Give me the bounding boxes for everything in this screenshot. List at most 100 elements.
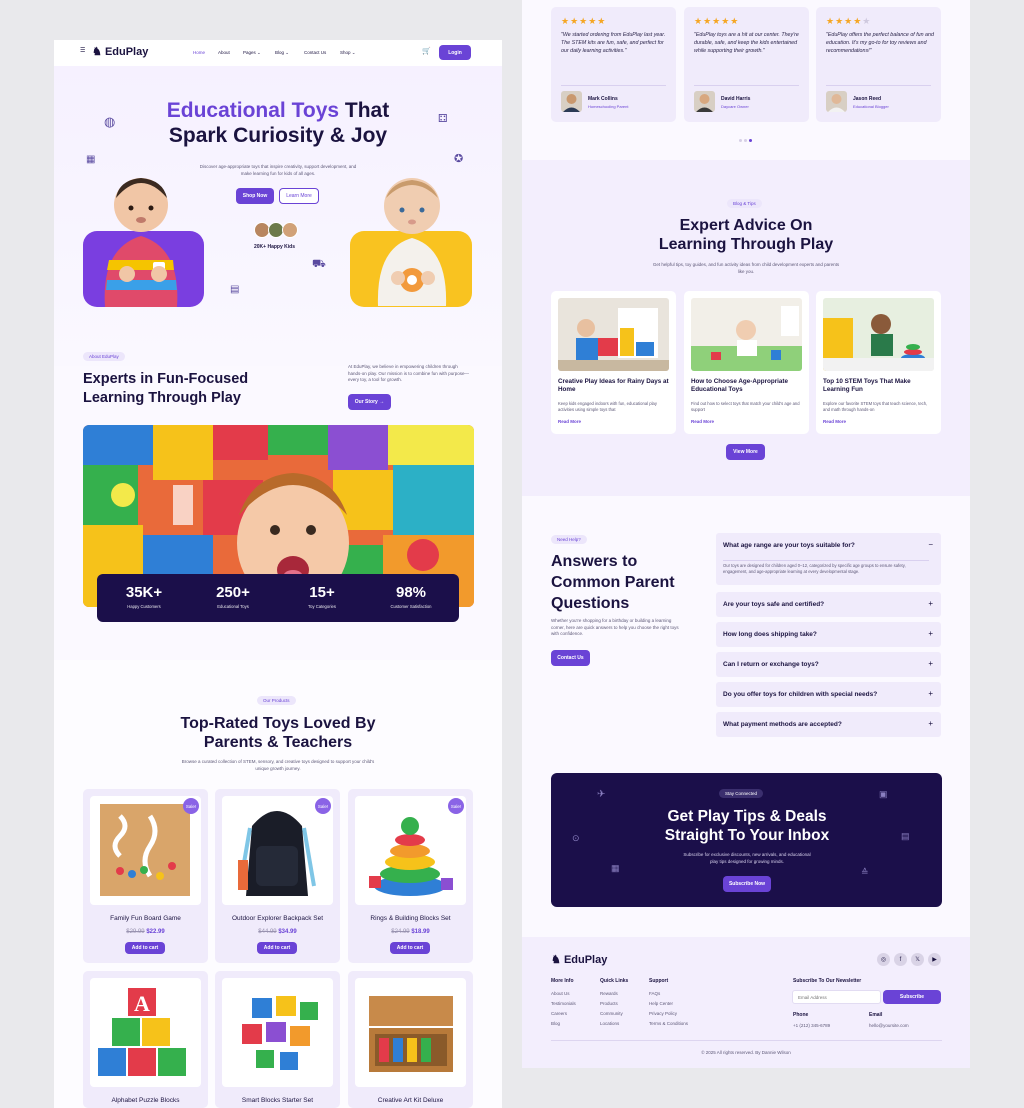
instagram-icon[interactable]: ◎ xyxy=(877,953,890,966)
logo[interactable]: ♞ EduPlay xyxy=(92,45,148,58)
nav-pages[interactable]: Pages ⌄ xyxy=(243,50,261,56)
faq-question[interactable]: What age range are your toys suitable fo… xyxy=(723,542,855,549)
blog-post-title[interactable]: Top 10 STEM Toys That Make Learning Fun xyxy=(823,378,935,394)
contact-us-button[interactable]: Contact Us xyxy=(551,650,590,666)
product-card[interactable]: A Alphabet Puzzle Blocks xyxy=(83,971,208,1108)
youtube-icon[interactable]: ▶ xyxy=(928,953,941,966)
email-input[interactable] xyxy=(792,990,881,1004)
faq-question[interactable]: How long does shipping take? xyxy=(723,631,817,638)
cart-icon[interactable]: 🛒 xyxy=(422,47,431,55)
phone-number[interactable]: +1 (212) 345-6789 xyxy=(793,1023,830,1028)
product-image[interactable] xyxy=(222,978,333,1087)
faq-question[interactable]: Can I return or exchange toys? xyxy=(723,661,819,668)
product-card[interactable]: Smart Blocks Starter Set xyxy=(215,971,340,1108)
footer-link[interactable]: FAQs xyxy=(649,991,660,996)
our-story-button[interactable]: Our Story → xyxy=(348,394,391,410)
sale-badge: Sale! xyxy=(448,798,464,814)
footer-link[interactable]: Privacy Policy xyxy=(649,1011,677,1016)
nav-blog[interactable]: Blog ⌄ xyxy=(275,50,289,56)
learn-more-button[interactable]: Learn More xyxy=(279,188,319,204)
product-name[interactable]: Creative Art Kit Deluxe xyxy=(348,1097,473,1104)
product-card[interactable]: Sale! Family Fun Board Game $29.99 $22.9… xyxy=(83,789,208,963)
blog-card[interactable]: Top 10 STEM Toys That Make Learning Fun … xyxy=(816,291,941,434)
faq-item[interactable]: What payment methods are accepted? + xyxy=(716,712,941,737)
blog-post-title[interactable]: Creative Play Ideas for Rainy Days at Ho… xyxy=(558,378,670,394)
plus-icon[interactable]: + xyxy=(928,719,933,728)
faq-item[interactable]: Do you offer toys for children with spec… xyxy=(716,682,941,707)
faq-question[interactable]: Are your toys safe and certified? xyxy=(723,601,824,608)
carousel-dots[interactable] xyxy=(739,129,752,147)
shop-now-button[interactable]: Shop Now xyxy=(236,188,274,204)
stat-happy-customers: 35K+ Happy Customers xyxy=(125,584,163,609)
faq-question[interactable]: What payment methods are accepted? xyxy=(723,721,842,728)
testimonial-card: ★★★★★ "We started ordering from EduPlay … xyxy=(551,7,676,122)
login-button[interactable]: Login xyxy=(439,45,471,60)
product-image[interactable] xyxy=(222,796,333,905)
faq-item-open[interactable]: What age range are your toys suitable fo… xyxy=(716,533,941,585)
nav-home[interactable]: Home xyxy=(193,50,205,55)
footer-link[interactable]: Careers xyxy=(551,1011,567,1016)
view-more-button[interactable]: View More xyxy=(726,444,765,460)
subscribe-now-button[interactable]: Subscribe Now xyxy=(723,876,771,892)
subscribe-button[interactable]: Subscribe xyxy=(883,990,941,1004)
product-image[interactable] xyxy=(355,978,466,1087)
add-to-cart-button[interactable]: Add to cart xyxy=(390,942,430,954)
read-more-link[interactable]: Read More xyxy=(558,419,581,424)
blog-post-excerpt: Find out how to select toys that match y… xyxy=(691,401,800,413)
read-more-link[interactable]: Read More xyxy=(691,419,714,424)
plus-icon[interactable]: + xyxy=(928,599,933,608)
footer-link[interactable]: Products xyxy=(600,1001,618,1006)
product-card[interactable]: Sale! Rings & Building Blocks Set $24.99… xyxy=(348,789,473,963)
nav-about[interactable]: About xyxy=(218,50,230,55)
product-name[interactable]: Outdoor Explorer Backpack Set xyxy=(215,915,340,922)
blog-card[interactable]: Creative Play Ideas for Rainy Days at Ho… xyxy=(551,291,676,434)
blog-subtitle: Get helpful tips, toy guides, and fun ac… xyxy=(652,262,840,274)
faq-item[interactable]: How long does shipping take? + xyxy=(716,622,941,647)
lollipop-doodle-icon: ⊙ xyxy=(572,833,580,843)
footer-link[interactable]: Blog xyxy=(551,1021,560,1026)
blog-image[interactable] xyxy=(558,298,669,371)
product-card[interactable]: Sale! Outdoor Explorer Backpack Set $44.… xyxy=(215,789,340,963)
read-more-link[interactable]: Read More xyxy=(823,419,846,424)
plus-icon[interactable]: + xyxy=(928,689,933,698)
footer-logo[interactable]: ♞ EduPlay xyxy=(551,953,607,966)
faq-item[interactable]: Can I return or exchange toys? + xyxy=(716,652,941,677)
toy-horse-icon: ♞ xyxy=(551,954,561,966)
plus-icon[interactable]: + xyxy=(928,629,933,638)
product-name[interactable]: Smart Blocks Starter Set xyxy=(215,1097,340,1104)
faq-item[interactable]: Are your toys safe and certified? + xyxy=(716,592,941,617)
footer-link[interactable]: Community xyxy=(600,1011,623,1016)
product-image[interactable]: A xyxy=(90,978,201,1087)
product-name[interactable]: Family Fun Board Game xyxy=(83,915,208,922)
add-to-cart-button[interactable]: Add to cart xyxy=(257,942,297,954)
blog-image[interactable] xyxy=(823,298,934,371)
faq-question[interactable]: Do you offer toys for children with spec… xyxy=(723,691,877,698)
facebook-icon[interactable]: f xyxy=(894,953,907,966)
email-address[interactable]: hello@yoursite.com xyxy=(869,1023,909,1028)
footer-link[interactable]: About Us xyxy=(551,991,570,996)
plus-icon[interactable]: + xyxy=(928,659,933,668)
product-image[interactable] xyxy=(90,796,201,905)
svg-text:A: A xyxy=(134,991,150,1016)
footer-link[interactable]: Locations xyxy=(600,1021,619,1026)
blog-post-title[interactable]: How to Choose Age-Appropriate Educationa… xyxy=(691,378,803,394)
footer-link[interactable]: Testimonials xyxy=(551,1001,576,1006)
home-page-bottom: ★★★★★ "We started ordering from EduPlay … xyxy=(522,0,970,1068)
blog-image[interactable] xyxy=(691,298,802,371)
nav-contact[interactable]: Contact Us xyxy=(304,50,326,55)
footer-link[interactable]: Terms & Conditions xyxy=(649,1021,688,1026)
add-to-cart-button[interactable]: Add to cart xyxy=(125,942,165,954)
menu-icon[interactable]: ☰ xyxy=(80,47,85,54)
blog-card[interactable]: How to Choose Age-Appropriate Educationa… xyxy=(684,291,809,434)
x-twitter-icon[interactable]: 𝕏 xyxy=(911,953,924,966)
product-name[interactable]: Alphabet Puzzle Blocks xyxy=(83,1097,208,1104)
testimonial-card: ★★★★★ "EduPlay offers the perfect balanc… xyxy=(816,7,941,122)
footer-link[interactable]: Rewards xyxy=(600,991,618,996)
minus-icon[interactable]: − xyxy=(928,540,933,549)
nav-shop[interactable]: Shop ⌄ xyxy=(340,50,356,56)
dice-doodle-icon: ⚃ xyxy=(438,113,448,125)
product-card[interactable]: Creative Art Kit Deluxe xyxy=(348,971,473,1108)
footer-link[interactable]: Help Center xyxy=(649,1001,673,1006)
product-image[interactable] xyxy=(355,796,466,905)
product-name[interactable]: Rings & Building Blocks Set xyxy=(348,915,473,922)
